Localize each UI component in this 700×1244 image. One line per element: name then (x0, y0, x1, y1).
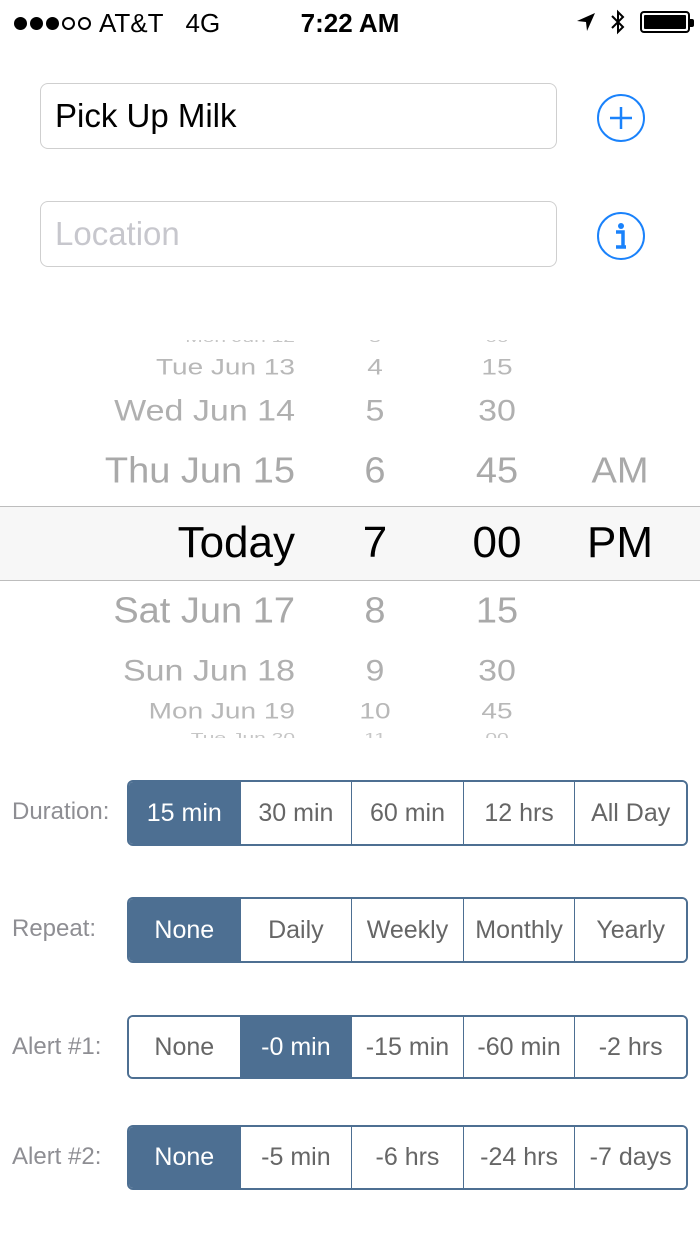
picker-date: Sun Jun 18 (122, 653, 295, 688)
alert1-row: Alert #1: None -0 min -15 min -60 min -2 hrs (0, 1015, 700, 1081)
picker-minute: 15 (481, 355, 513, 380)
alert2-option[interactable]: -6 hrs (352, 1127, 464, 1188)
task-title-input[interactable] (40, 83, 557, 149)
duration-option[interactable]: 30 min (240, 782, 353, 844)
alert2-row: Alert #2: None -5 min -6 hrs -24 hrs -7 days (0, 1125, 700, 1191)
picker-minute: 30 (478, 393, 516, 428)
picker-minute: 00 (485, 340, 508, 346)
duration-option[interactable]: 12 hrs (463, 782, 576, 844)
info-button[interactable] (597, 212, 645, 260)
status-bar: AT&T 4G 7:22 AM (0, 0, 700, 46)
alert2-option[interactable]: None (129, 1127, 241, 1188)
location-input[interactable] (40, 201, 557, 267)
picker-minute: 15 (475, 591, 519, 632)
picker-hour: 5 (365, 393, 385, 428)
picker-date: Today (177, 517, 295, 567)
alert1-option[interactable]: -2 hrs (575, 1017, 686, 1077)
picker-date: Mon Jun 19 (148, 699, 295, 724)
picker-date: Wed Jun 14 (114, 393, 295, 428)
repeat-row: Repeat: None Daily Weekly Monthly Yearly (0, 897, 700, 963)
info-icon (616, 223, 626, 249)
picker-date: Tue Jun 13 (155, 355, 295, 380)
picker-minute: 00 (472, 517, 522, 567)
repeat-option[interactable]: Monthly (463, 899, 576, 961)
repeat-segmented-control[interactable]: None Daily Weekly Monthly Yearly (127, 897, 688, 963)
duration-label: Duration: (12, 798, 110, 825)
duration-row: Duration: 15 min 30 min 60 min 12 hrs All Da… (0, 780, 700, 846)
duration-option[interactable]: All Day (575, 782, 686, 844)
picker-hour: 9 (365, 653, 385, 688)
picker-date: Mon Jun 12 (185, 340, 295, 346)
picker-hour: 7 (362, 517, 388, 567)
alert1-option[interactable]: -15 min (352, 1017, 464, 1077)
repeat-option[interactable]: Daily (240, 899, 353, 961)
alert2-segmented-control[interactable]: None -5 min -6 hrs -24 hrs -7 days (127, 1125, 688, 1190)
battery-icon (640, 11, 694, 33)
picker-date: Thu Jun 15 (104, 451, 295, 492)
duration-option[interactable]: 60 min (352, 782, 464, 844)
picker-hour: 6 (364, 451, 386, 492)
picker-minute: 45 (475, 451, 519, 492)
alert1-label: Alert #1: (12, 1033, 102, 1060)
picker-minute: 00 (485, 731, 508, 738)
picker-hour: 8 (364, 591, 386, 632)
add-button[interactable] (597, 94, 645, 142)
picker-ampm: AM (591, 451, 649, 492)
alert2-option[interactable]: -24 hrs (463, 1127, 576, 1188)
alert1-option[interactable]: -0 min (240, 1017, 353, 1077)
picker-minute: 30 (478, 653, 516, 688)
alert2-label: Alert #2: (12, 1143, 102, 1170)
picker-ampm: PM (587, 517, 653, 567)
duration-segmented-control[interactable]: 15 min 30 min 60 min 12 hrs All Day (127, 780, 688, 846)
plus-icon (610, 107, 632, 129)
picker-minute: 45 (481, 699, 513, 724)
duration-option[interactable]: 15 min (129, 782, 241, 844)
picker-hour: 10 (359, 699, 391, 724)
status-right (576, 9, 694, 35)
picker-hour: 4 (367, 355, 383, 380)
repeat-option[interactable]: None (129, 899, 241, 961)
picker-hour: 11 (364, 731, 386, 738)
bluetooth-icon (611, 9, 625, 35)
repeat-option[interactable]: Yearly (575, 899, 686, 961)
picker-date: Tue Jun 20 (191, 731, 295, 738)
alert1-option[interactable]: None (129, 1017, 241, 1077)
date-time-picker[interactable]: Mon Jun 12 3 00 Tue Jun 13 4 15 Wed Jun 14 5 30 T… (0, 340, 700, 738)
repeat-label: Repeat: (12, 915, 97, 942)
alert2-option[interactable]: -7 days (575, 1127, 686, 1188)
picker-hour: 3 (369, 340, 381, 346)
alert1-segmented-control[interactable]: None -0 min -15 min -60 min -2 hrs (127, 1015, 688, 1079)
repeat-option[interactable]: Weekly (352, 899, 464, 961)
alert2-option[interactable]: -5 min (240, 1127, 353, 1188)
picker-date: Sat Jun 17 (113, 591, 295, 632)
alert1-option[interactable]: -60 min (463, 1017, 576, 1077)
location-arrow-icon (577, 13, 595, 31)
